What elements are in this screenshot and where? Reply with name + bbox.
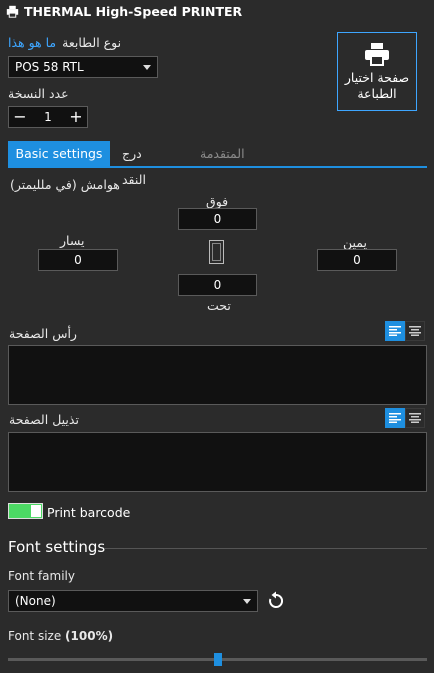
- page-footer-textarea[interactable]: [8, 432, 427, 492]
- font-family-value: (None): [15, 594, 56, 608]
- print-page-label-2: الطباعة: [357, 85, 397, 101]
- chevron-down-icon: [243, 598, 251, 604]
- footer-align-group: [385, 408, 425, 428]
- toggle-knob: [31, 505, 41, 517]
- print-barcode-label: Print barcode: [47, 505, 131, 520]
- decrement-button[interactable]: −: [9, 107, 31, 127]
- align-left-icon: [389, 326, 401, 336]
- margin-top-label: فوق: [206, 194, 229, 209]
- font-family-select[interactable]: (None): [8, 590, 258, 612]
- tab-cash-drawer[interactable]: درج النقد: [122, 141, 146, 187]
- printer-icon: [6, 5, 19, 18]
- printer-type-label: نوع الطابعة ما هو هذا: [8, 35, 121, 50]
- print-page-button[interactable]: صفحة اختيار الطباعة: [337, 32, 417, 111]
- align-left-icon: [389, 413, 401, 423]
- printer-type-label-text: نوع الطابعة: [62, 35, 122, 50]
- increment-button[interactable]: +: [65, 107, 87, 127]
- print-barcode-toggle[interactable]: [8, 503, 43, 519]
- font-size-percent: (100%): [65, 629, 114, 643]
- align-center-icon: [409, 326, 421, 336]
- header-align-center-button[interactable]: [405, 321, 425, 341]
- margin-right-input[interactable]: 0: [317, 249, 397, 271]
- header-align-group: [385, 321, 425, 341]
- page-footer-label: تذييل الصفحة: [9, 412, 79, 427]
- page-preview-icon: [209, 240, 224, 264]
- margin-bottom-input[interactable]: 0: [178, 274, 257, 296]
- margin-right-label: يمين: [343, 235, 367, 250]
- window-title: THERMAL High-Speed PRINTER: [6, 4, 242, 19]
- footer-align-center-button[interactable]: [405, 408, 425, 428]
- margin-left-input[interactable]: 0: [38, 249, 118, 271]
- reset-icon[interactable]: [266, 591, 286, 611]
- copies-stepper[interactable]: − 1 +: [8, 106, 88, 128]
- window-title-text: THERMAL High-Speed PRINTER: [24, 4, 243, 19]
- print-page-label-1: صفحة اختيار: [344, 69, 410, 85]
- align-center-icon: [409, 413, 421, 423]
- font-settings-heading: Font settings: [8, 538, 106, 556]
- tab-basic-settings[interactable]: Basic settings: [8, 141, 110, 167]
- page-header-label: رأس الصفحة: [9, 326, 77, 341]
- font-family-label: Font family: [8, 569, 75, 583]
- font-size-slider-thumb[interactable]: [214, 653, 222, 666]
- copies-label: عدد النسخة: [8, 86, 69, 101]
- printer-icon: [365, 42, 389, 66]
- margin-top-input[interactable]: 0: [178, 208, 257, 230]
- font-size-label: Font size (100%): [8, 629, 113, 643]
- chevron-down-icon: [143, 64, 151, 70]
- what-is-this-link[interactable]: ما هو هذا: [8, 35, 56, 50]
- footer-align-left-button[interactable]: [385, 408, 405, 428]
- printer-type-value: POS 58 RTL: [15, 60, 84, 74]
- header-align-left-button[interactable]: [385, 321, 405, 341]
- margin-bottom-label: تحت: [207, 298, 231, 313]
- font-size-label-text: Font size: [8, 629, 66, 643]
- tab-underline: [8, 166, 427, 168]
- margin-left-label: يسار: [60, 233, 85, 248]
- tab-advanced[interactable]: المتقدمة: [200, 141, 245, 167]
- printer-type-select[interactable]: POS 58 RTL: [8, 56, 158, 78]
- margins-label: هوامش (في ملليمتر): [10, 177, 120, 192]
- page-header-textarea[interactable]: [8, 345, 427, 405]
- copies-value[interactable]: 1: [31, 110, 65, 124]
- section-divider: [104, 548, 427, 549]
